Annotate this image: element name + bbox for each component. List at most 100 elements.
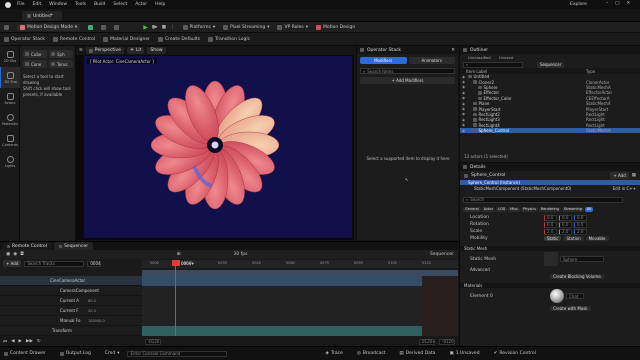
- sequencer-track[interactable]: Transform: [0, 326, 142, 336]
- outliner-search-input[interactable]: ⌕: [463, 61, 523, 68]
- minimize-icon[interactable]: –: [606, 1, 608, 6]
- details-search-input[interactable]: ⌕ Search: [463, 196, 623, 203]
- track-area[interactable]: [142, 276, 458, 336]
- create-with-mask-button[interactable]: Create with Mask: [550, 305, 591, 311]
- unsaved-button[interactable]: ▣ 1 Unsaved: [449, 351, 479, 356]
- level-viewport[interactable]: ≡ Perspective ☀ Lit Show [ Pilot Actor: C…: [76, 46, 354, 240]
- tab-modifiers[interactable]: Modifiers: [360, 57, 407, 64]
- fps-selector[interactable]: 30 fps: [234, 252, 248, 257]
- col-item-label[interactable]: Item Label: [466, 69, 586, 74]
- content-drawer-button[interactable]: Content Drawer: [4, 351, 46, 356]
- outliner-row[interactable]: ◉ Sphere_Control StaticMeshA: [460, 127, 640, 134]
- first-frame-icon[interactable]: ⏮: [3, 339, 7, 345]
- location-x[interactable]: 0.0: [544, 214, 557, 221]
- save-seq-icon[interactable]: ▣: [6, 252, 10, 257]
- sequencer-track[interactable]: Current A 60.0: [0, 296, 142, 306]
- visibility-icon[interactable]: ◉: [462, 129, 465, 133]
- menu-tools[interactable]: Tools: [75, 2, 86, 7]
- scale-y[interactable]: 2.0: [559, 228, 572, 235]
- mobility-static[interactable]: Static: [544, 236, 562, 242]
- sequencer-track[interactable]: Current F 20.0: [0, 306, 142, 316]
- mobility-station[interactable]: Station: [563, 236, 584, 242]
- scale-x[interactable]: 2.0: [544, 228, 557, 235]
- prev-icon[interactable]: ◀: [11, 339, 14, 344]
- rotation-z[interactable]: 0.0: [574, 221, 587, 228]
- show-button[interactable]: Show: [147, 47, 166, 54]
- visibility-icon[interactable]: ◉: [462, 112, 465, 116]
- play-seq-icon[interactable]: ▶: [19, 339, 22, 344]
- maximize-icon[interactable]: □: [615, 1, 619, 6]
- close-icon[interactable]: ✕: [627, 1, 631, 6]
- tab-animators[interactable]: Animators: [408, 57, 455, 64]
- blueprint-button[interactable]: [101, 24, 107, 30]
- revision-control-button[interactable]: ✔ Revision Control: [494, 351, 536, 356]
- static-mesh-picker[interactable]: Sphere: [560, 256, 604, 263]
- mode-selector[interactable]: Motion Design Mode ▾: [17, 23, 81, 31]
- visibility-icon[interactable]: ◉: [462, 96, 465, 100]
- add-modifiers-button[interactable]: + Add Modifiers: [360, 77, 455, 84]
- remote-control-tab[interactable]: Remote Control: [2, 242, 53, 250]
- save-button[interactable]: [4, 24, 9, 30]
- more-icon[interactable]: ⋮: [170, 25, 175, 30]
- sequencer-track-value[interactable]: 20.0: [88, 309, 96, 313]
- visibility-icon[interactable]: ◉: [462, 118, 465, 122]
- transition-logic-button[interactable]: Transition Logic: [208, 36, 250, 42]
- visibility-icon[interactable]: ◉: [462, 80, 465, 84]
- operator-stack-button[interactable]: Operator Stack: [4, 36, 45, 42]
- lit-button[interactable]: ☀ Lit: [126, 47, 145, 54]
- component-row[interactable]: StaticMeshComponent (StaticMeshComponent…: [460, 185, 640, 191]
- end-frame-field[interactable]: 0120+: [419, 338, 436, 345]
- mobility-movable[interactable]: Movable: [585, 236, 609, 242]
- menu-window[interactable]: Window: [49, 2, 67, 7]
- sequencer-track-value[interactable]: 100000.0: [88, 319, 105, 323]
- level-tab[interactable]: Untitled*: [22, 11, 62, 21]
- filter-unused[interactable]: Unused: [499, 55, 513, 60]
- sphere-control[interactable]: [211, 141, 219, 149]
- sequencer-track[interactable]: CineCameraActor: [0, 276, 142, 286]
- cinematics-button[interactable]: [114, 24, 120, 30]
- motion-design-button[interactable]: Motion Design: [316, 24, 355, 30]
- menu-help[interactable]: Help: [155, 2, 165, 7]
- add-actor-button[interactable]: [88, 24, 94, 30]
- torus-button[interactable]: Torus: [49, 60, 73, 68]
- visibility-icon[interactable]: ◉: [462, 85, 465, 89]
- add-track-button[interactable]: + Add: [3, 260, 22, 267]
- filter-unclassified[interactable]: Unclassified: [468, 55, 491, 60]
- menu-file[interactable]: File: [17, 2, 25, 7]
- sequencer-track-value[interactable]: 60.0: [88, 299, 96, 303]
- tool-materials[interactable]: Materials: [0, 109, 20, 130]
- trace-button[interactable]: ◈ Trace: [325, 351, 342, 356]
- cone-button[interactable]: Cone: [23, 60, 47, 68]
- menu-edit[interactable]: Edit: [33, 2, 42, 7]
- operator-stack-tab[interactable]: Operator Stack ✕: [357, 46, 458, 54]
- visibility-icon[interactable]: ◉: [462, 75, 465, 79]
- scene-view[interactable]: [ Pilot Actor: CineCameraActor ]: [84, 56, 352, 238]
- camera-section[interactable]: [142, 276, 422, 286]
- pixel-streaming-button[interactable]: Pixel Streaming ▾: [223, 24, 269, 30]
- track-search-input[interactable]: Search Tracks: [24, 260, 85, 267]
- playhead[interactable]: [175, 260, 176, 336]
- transform-section-bar[interactable]: [142, 326, 422, 336]
- visibility-icon[interactable]: ◉: [462, 123, 465, 127]
- snap-icon[interactable]: ⊞: [177, 252, 181, 257]
- edit-cpp-link[interactable]: Edit in C++: [613, 186, 636, 191]
- tool-lights[interactable]: Lights: [0, 151, 20, 172]
- visibility-icon[interactable]: ◉: [462, 107, 465, 111]
- details-tab[interactable]: Details: [460, 163, 640, 171]
- scale-z[interactable]: 2.0: [574, 228, 587, 235]
- viewport-menu-icon[interactable]: ≡: [79, 48, 83, 53]
- material-thumbnail[interactable]: [550, 289, 564, 304]
- next-icon[interactable]: ▶▶: [26, 339, 33, 344]
- material-designer-button[interactable]: Material Designer: [103, 36, 150, 42]
- sequencer-track[interactable]: CameraComponent: [0, 286, 142, 296]
- details-tab-general[interactable]: General: [463, 206, 481, 212]
- menu-actor[interactable]: Actor: [135, 2, 147, 7]
- rotation-y[interactable]: 0.0: [559, 221, 572, 228]
- current-frame-field[interactable]: 0004: [87, 260, 102, 267]
- cmd-selector[interactable]: Cmd ▾: [105, 351, 120, 356]
- step-icon[interactable]: ▮▶: [152, 25, 158, 30]
- add-component-button[interactable]: + Add: [610, 172, 629, 179]
- visibility-icon[interactable]: ◉: [462, 91, 465, 95]
- menu-select[interactable]: Select: [113, 2, 127, 7]
- tool-cameras[interactable]: Cameras: [0, 130, 20, 151]
